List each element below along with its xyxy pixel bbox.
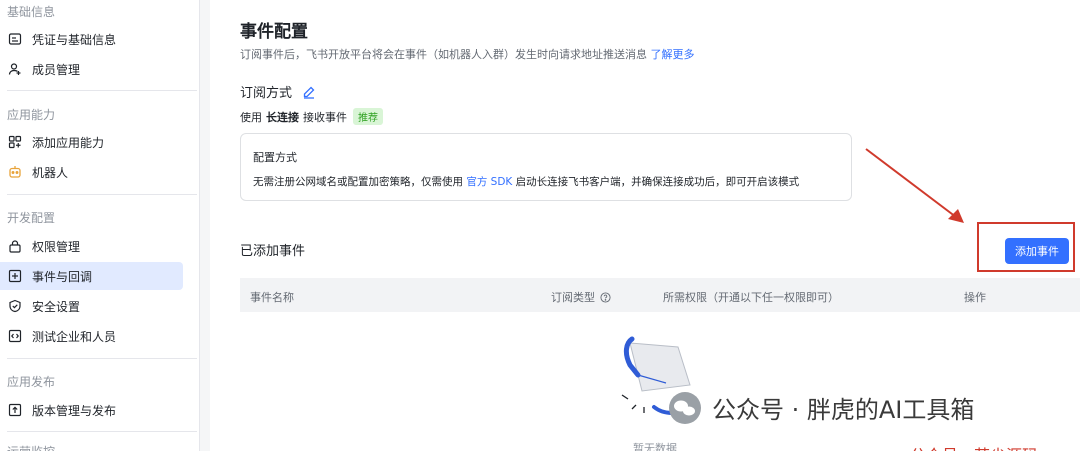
sidebar-divider	[7, 358, 197, 359]
column-header-event-name: 事件名称	[250, 289, 294, 305]
subscription-method-line: 使用 长连接 接收事件 推荐	[240, 108, 383, 125]
sidebar-item-security[interactable]: 安全设置	[0, 292, 183, 320]
group-label-dev: 开发配置	[7, 211, 56, 225]
add-event-button[interactable]: 添加事件	[1005, 238, 1069, 264]
page-title: 事件配置	[240, 22, 308, 42]
layout-gutter	[200, 0, 210, 451]
lock-icon	[8, 239, 22, 253]
credentials-icon	[8, 32, 22, 46]
group-label-monitoring: 运营监控	[7, 443, 55, 451]
edit-icon[interactable]	[302, 85, 316, 99]
subscription-prefix: 使用	[240, 110, 262, 124]
robot-icon	[8, 165, 22, 179]
sidebar-item-label: 安全设置	[32, 299, 81, 314]
shield-icon	[8, 299, 22, 313]
sidebar: 基础信息 凭证与基础信息 成员管理 应用能力 添加应用能力 机器人 开发配置 权…	[0, 0, 200, 451]
sidebar-item-robot[interactable]: 机器人	[0, 158, 183, 186]
sidebar-item-label: 事件与回调	[32, 269, 93, 284]
description-text: 订阅事件后，飞书开放平台将会在事件（如机器人入群）发生时向请求地址推送消息	[240, 48, 647, 61]
sidebar-item-test-org[interactable]: 测试企业和人员	[0, 322, 183, 350]
sidebar-item-label: 版本管理与发布	[32, 403, 117, 418]
page-description: 订阅事件后，飞书开放平台将会在事件（如机器人入群）发生时向请求地址推送消息 了解…	[240, 46, 695, 62]
sidebar-divider	[7, 431, 197, 432]
column-label: 订阅类型	[551, 291, 595, 304]
config-card-text: 无需注册公网域名或配置加密策略，仅需使用 官方 SDK 启动长连接飞书客户端，并…	[253, 174, 799, 189]
code-icon	[8, 329, 22, 343]
subscription-method-heading: 订阅方式	[240, 82, 316, 101]
empty-state-text: 暂无数据	[633, 442, 677, 451]
subscription-suffix: 接收事件	[303, 110, 347, 124]
sidebar-item-add-capability[interactable]: 添加应用能力	[0, 128, 183, 156]
column-label: 操作	[964, 291, 986, 304]
sidebar-item-permissions[interactable]: 权限管理	[0, 232, 183, 260]
column-header-subscription-type: 订阅类型	[551, 289, 611, 305]
subscription-title: 订阅方式	[240, 86, 293, 101]
config-method-card: 配置方式 无需注册公网域名或配置加密策略，仅需使用 官方 SDK 启动长连接飞书…	[240, 133, 852, 201]
subscription-method-value: 长连接	[266, 110, 299, 124]
event-icon	[8, 269, 22, 283]
config-text-before: 无需注册公网域名或配置加密策略，仅需使用	[253, 176, 463, 188]
group-label-release: 应用发布	[7, 375, 56, 389]
sidebar-divider	[7, 194, 197, 195]
official-sdk-link[interactable]: 官方 SDK	[466, 176, 512, 188]
add-user-icon	[8, 62, 22, 76]
annotation-arrow-icon	[865, 148, 964, 223]
sidebar-item-versions[interactable]: 版本管理与发布	[0, 396, 183, 424]
watermark: 公众号 · 胖虎的AI工具箱	[668, 390, 974, 425]
config-text-after: 启动长连接飞书客户端，并确保连接成功后，即可开启该模式	[515, 176, 800, 188]
sidebar-item-credentials[interactable]: 凭证与基础信息	[0, 25, 183, 53]
column-label: 事件名称	[250, 291, 294, 304]
column-header-actions: 操作	[964, 289, 986, 305]
help-icon[interactable]	[600, 291, 611, 303]
added-events-title: 已添加事件	[240, 244, 306, 259]
sidebar-item-label: 机器人	[32, 165, 69, 180]
sidebar-divider	[7, 90, 197, 91]
group-label-capabilities: 应用能力	[7, 108, 56, 122]
watermark-red-text: 公众号：若尘源码	[910, 442, 1038, 451]
sidebar-item-events[interactable]: 事件与回调	[0, 262, 183, 290]
sidebar-item-label: 添加应用能力	[32, 135, 105, 150]
learn-more-link[interactable]: 了解更多	[651, 48, 695, 61]
events-table-header: 事件名称 订阅类型 所需权限（开通以下任一权限即可） 操作	[240, 278, 1080, 312]
sidebar-item-label: 权限管理	[32, 239, 81, 254]
column-header-permissions: 所需权限（开通以下任一权限即可）	[663, 289, 839, 305]
group-label-basic: 基础信息	[7, 5, 56, 19]
watermark-text: 公众号 · 胖虎的AI工具箱	[712, 396, 975, 424]
sidebar-item-members[interactable]: 成员管理	[0, 55, 183, 83]
sidebar-item-label: 测试企业和人员	[32, 329, 117, 344]
recommended-badge: 推荐	[353, 108, 383, 125]
column-label: 所需权限（开通以下任一权限即可）	[663, 291, 839, 304]
sidebar-item-label: 凭证与基础信息	[32, 32, 117, 47]
sidebar-item-label: 成员管理	[32, 62, 81, 77]
upload-icon	[8, 403, 22, 417]
grid-plus-icon	[8, 135, 22, 149]
config-card-title: 配置方式	[253, 151, 297, 164]
wechat-logo-icon	[669, 391, 701, 424]
